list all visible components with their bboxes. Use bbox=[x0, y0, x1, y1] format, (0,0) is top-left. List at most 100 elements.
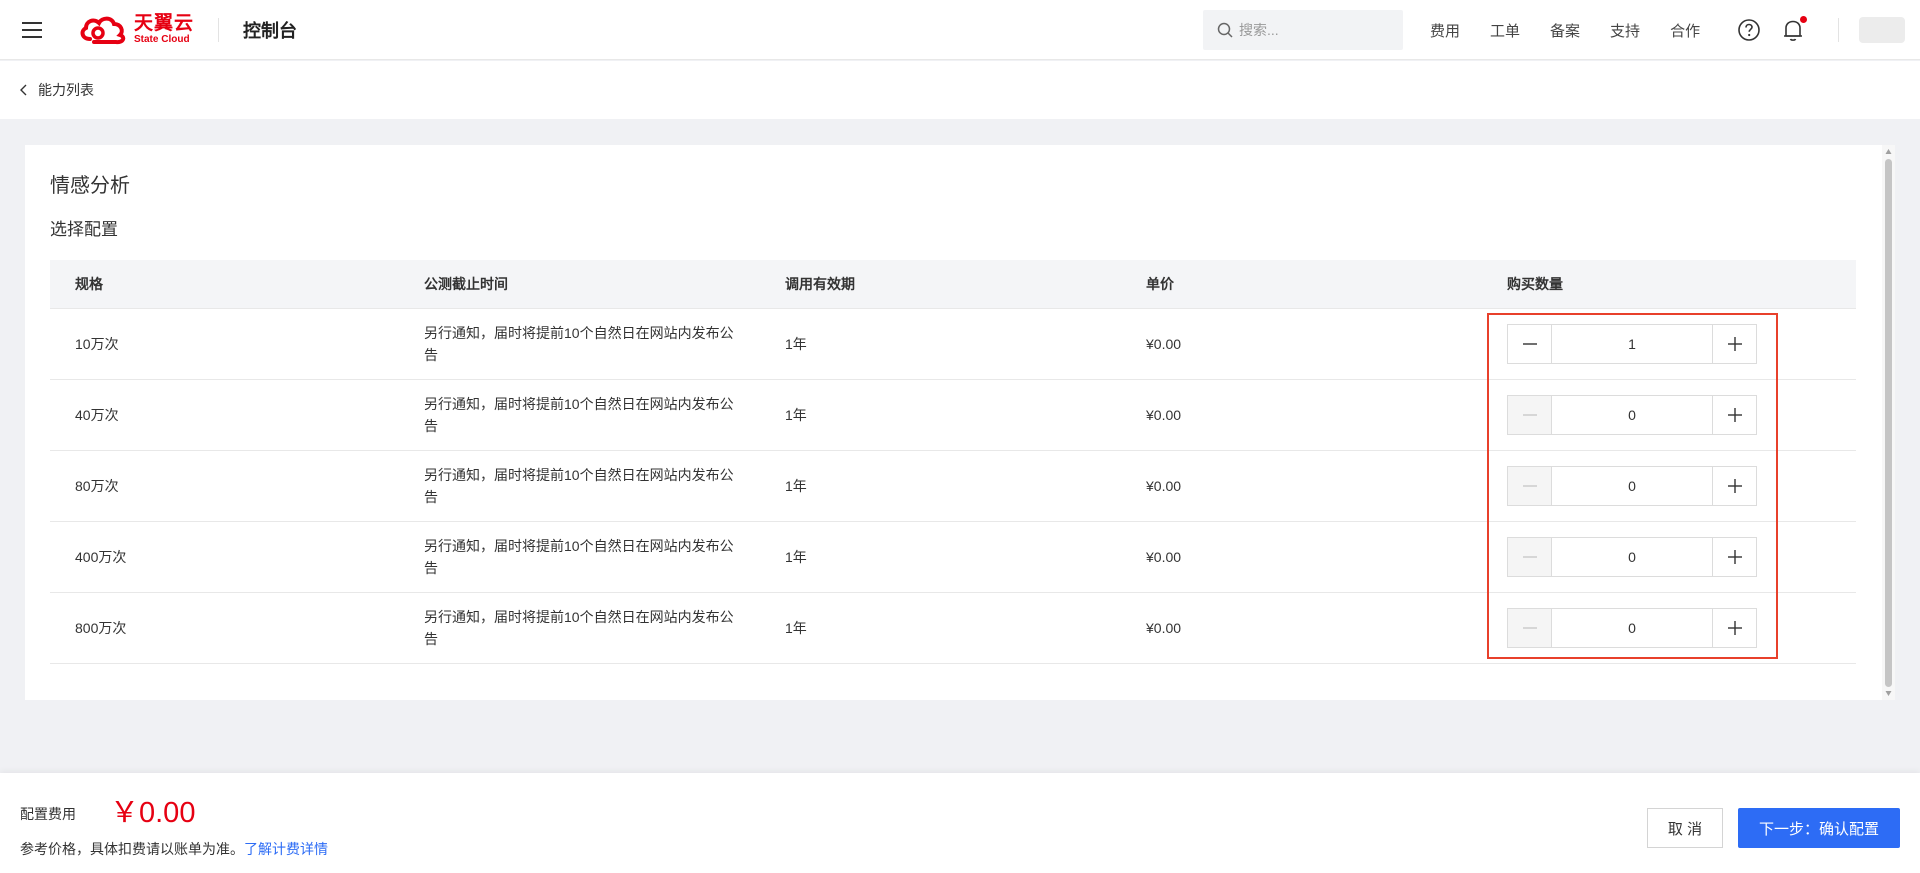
global-search[interactable] bbox=[1203, 10, 1403, 50]
vertical-scrollbar[interactable] bbox=[1882, 145, 1895, 700]
cell-quantity bbox=[1482, 592, 1856, 664]
quantity-stepper bbox=[1507, 465, 1757, 506]
cell-quantity bbox=[1482, 379, 1856, 451]
cell-validity: 1年 bbox=[760, 592, 1121, 664]
plus-icon bbox=[1727, 407, 1742, 422]
cell-price: ¥0.00 bbox=[1121, 592, 1482, 664]
minus-icon bbox=[1522, 626, 1537, 629]
cell-deadline: 另行通知，届时将提前10个自然日在网站内发布公告 bbox=[399, 308, 760, 380]
quantity-input[interactable] bbox=[1552, 324, 1712, 363]
plus-icon bbox=[1727, 478, 1742, 493]
spec-table: 规格 公测截止时间 调用有效期 单价 购买数量 10万次 另行通知，届时将提前1… bbox=[50, 260, 1856, 664]
minus-icon bbox=[1522, 484, 1537, 487]
cloud-logo-icon bbox=[80, 16, 126, 44]
next-step-confirm-button[interactable]: 下一步：确认配置 bbox=[1738, 808, 1900, 848]
console-title[interactable]: 控制台 bbox=[243, 17, 297, 43]
cell-validity: 1年 bbox=[760, 379, 1121, 451]
quantity-input[interactable] bbox=[1552, 608, 1712, 647]
decrement-button[interactable] bbox=[1508, 324, 1552, 363]
header-divider bbox=[218, 17, 220, 42]
quantity-stepper bbox=[1507, 323, 1757, 364]
cell-spec: 800万次 bbox=[50, 592, 399, 664]
help-icon[interactable] bbox=[1737, 18, 1761, 42]
cell-spec: 40万次 bbox=[50, 379, 399, 451]
cell-validity: 1年 bbox=[760, 308, 1121, 380]
cell-price: ¥0.00 bbox=[1121, 521, 1482, 593]
nav-link-partner[interactable]: 合作 bbox=[1670, 20, 1700, 41]
increment-button[interactable] bbox=[1712, 537, 1756, 576]
quantity-stepper bbox=[1507, 536, 1757, 577]
column-header-validity: 调用有效期 bbox=[760, 260, 1121, 309]
top-nav-links: 费用 工单 备案 支持 合作 bbox=[1430, 0, 1730, 60]
increment-button[interactable] bbox=[1712, 395, 1756, 434]
cell-quantity bbox=[1482, 308, 1856, 380]
nav-link-filing[interactable]: 备案 bbox=[1550, 20, 1580, 41]
plus-icon bbox=[1727, 549, 1742, 564]
scroll-down-arrow-icon[interactable] bbox=[1885, 690, 1892, 697]
logo-english-text: State Cloud bbox=[134, 34, 190, 45]
quantity-input[interactable] bbox=[1552, 537, 1712, 576]
state-cloud-logo[interactable]: 天翼云 State Cloud bbox=[76, 0, 194, 60]
header-divider-right bbox=[1838, 18, 1839, 42]
cell-price: ¥0.00 bbox=[1121, 379, 1482, 451]
column-header-quantity: 购买数量 bbox=[1482, 260, 1856, 309]
cancel-button[interactable]: 取 消 bbox=[1647, 808, 1723, 848]
scrollbar-thumb[interactable] bbox=[1885, 159, 1892, 687]
table-row: 800万次 另行通知，届时将提前10个自然日在网站内发布公告 1年 ¥0.00 bbox=[50, 592, 1856, 664]
back-link-label: 能力列表 bbox=[38, 82, 94, 98]
fee-note: 参考价格，具体扣费请以账单为准。了解计费详情 bbox=[20, 839, 328, 859]
cell-spec: 80万次 bbox=[50, 450, 399, 522]
increment-button[interactable] bbox=[1712, 608, 1756, 647]
scroll-up-arrow-icon[interactable] bbox=[1885, 148, 1892, 155]
minus-icon bbox=[1522, 413, 1537, 416]
minus-icon bbox=[1522, 342, 1537, 345]
cell-deadline: 另行通知，届时将提前10个自然日在网站内发布公告 bbox=[399, 379, 760, 451]
minus-icon bbox=[1522, 555, 1537, 558]
table-row: 40万次 另行通知，届时将提前10个自然日在网站内发布公告 1年 ¥0.00 bbox=[50, 379, 1856, 451]
quantity-stepper bbox=[1507, 394, 1757, 435]
cell-quantity bbox=[1482, 450, 1856, 522]
increment-button[interactable] bbox=[1712, 466, 1756, 505]
cell-deadline: 另行通知，届时将提前10个自然日在网站内发布公告 bbox=[399, 521, 760, 593]
billing-details-link[interactable]: 了解计费详情 bbox=[244, 841, 328, 857]
fee-note-text: 参考价格，具体扣费请以账单为准。 bbox=[20, 841, 244, 857]
nav-link-ticket[interactable]: 工单 bbox=[1490, 20, 1520, 41]
cell-validity: 1年 bbox=[760, 450, 1121, 522]
increment-button[interactable] bbox=[1712, 324, 1756, 363]
plus-icon bbox=[1727, 620, 1742, 635]
decrement-button[interactable] bbox=[1508, 395, 1552, 434]
decrement-button[interactable] bbox=[1508, 537, 1552, 576]
chevron-left-icon bbox=[20, 84, 27, 96]
cell-price: ¥0.00 bbox=[1121, 450, 1482, 522]
notification-dot bbox=[1800, 16, 1807, 23]
column-header-deadline: 公测截止时间 bbox=[399, 260, 760, 309]
table-header-row: 规格 公测截止时间 调用有效期 单价 购买数量 bbox=[50, 260, 1856, 309]
quantity-stepper bbox=[1507, 607, 1757, 648]
cell-validity: 1年 bbox=[760, 521, 1121, 593]
table-row: 10万次 另行通知，届时将提前10个自然日在网站内发布公告 1年 ¥0.00 bbox=[50, 308, 1856, 380]
fee-amount: ￥0.00 bbox=[110, 797, 196, 829]
plus-icon bbox=[1727, 336, 1742, 351]
cell-spec: 400万次 bbox=[50, 521, 399, 593]
search-input[interactable] bbox=[1239, 22, 1389, 38]
decrement-button[interactable] bbox=[1508, 466, 1552, 505]
nav-link-billing[interactable]: 费用 bbox=[1430, 20, 1460, 41]
section-title: 选择配置 bbox=[50, 220, 118, 239]
page-title: 情感分析 bbox=[50, 175, 130, 197]
order-footer: 配置费用 ￥0.00 参考价格，具体扣费请以账单为准。了解计费详情 取 消 下一… bbox=[0, 773, 1920, 873]
hamburger-menu-icon[interactable] bbox=[0, 0, 64, 60]
cell-price: ¥0.00 bbox=[1121, 308, 1482, 380]
table-row: 80万次 另行通知，届时将提前10个自然日在网站内发布公告 1年 ¥0.00 bbox=[50, 450, 1856, 522]
decrement-button[interactable] bbox=[1508, 608, 1552, 647]
back-to-capability-list-link[interactable]: 能力列表 bbox=[20, 80, 94, 100]
cell-deadline: 另行通知，届时将提前10个自然日在网站内发布公告 bbox=[399, 592, 760, 664]
user-avatar[interactable] bbox=[1859, 17, 1905, 43]
fee-label: 配置费用 bbox=[20, 806, 76, 822]
quantity-input[interactable] bbox=[1552, 466, 1712, 505]
logo-chinese-text: 天翼云 bbox=[134, 13, 195, 34]
cell-spec: 10万次 bbox=[50, 308, 399, 380]
quantity-input[interactable] bbox=[1552, 395, 1712, 434]
top-navigation-bar: 天翼云 State Cloud 控制台 费用 工单 备案 支持 合作 bbox=[0, 0, 1920, 60]
nav-link-support[interactable]: 支持 bbox=[1610, 20, 1640, 41]
breadcrumb: 能力列表 bbox=[0, 61, 1920, 119]
